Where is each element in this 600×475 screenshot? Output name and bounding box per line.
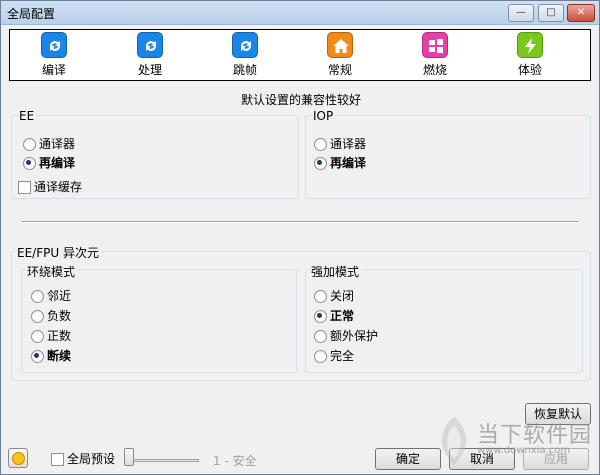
sync-icon bbox=[137, 32, 163, 58]
fpu-group-label: EE/FPU 异次元 bbox=[15, 244, 101, 261]
clamping-radio-extra[interactable]: 额外保护 bbox=[314, 328, 378, 344]
category-toolbar: 编译 处理 跳帧 常规 燃烧 体验 bbox=[9, 29, 591, 81]
tool-label: 体验 bbox=[517, 63, 542, 77]
tool-process[interactable]: 处理 bbox=[120, 32, 180, 78]
tool-general[interactable]: 常规 bbox=[310, 32, 370, 78]
cancel-button[interactable]: 取消 bbox=[449, 448, 515, 470]
restore-defaults-button[interactable]: 恢复默认 bbox=[525, 403, 591, 425]
rounding-radio-positive[interactable]: 正数 bbox=[31, 328, 71, 344]
iop-radio-interpreter[interactable]: 通译器 bbox=[314, 136, 366, 152]
tool-label: 处理 bbox=[137, 63, 162, 77]
lightning-icon bbox=[517, 32, 543, 58]
iop-radio-recompiler[interactable]: 再编译 bbox=[314, 155, 366, 171]
iop-group-label: IOP bbox=[311, 109, 336, 123]
clamping-radio-normal[interactable]: 正常 bbox=[314, 308, 354, 324]
rounding-group-label: 环绕模式 bbox=[25, 263, 78, 280]
preset-slider-thumb[interactable] bbox=[124, 448, 134, 466]
tool-label: 跳帧 bbox=[232, 63, 257, 77]
preset-level-label: 1 - 安全 bbox=[213, 454, 257, 468]
clamping-group-label: 强加模式 bbox=[309, 263, 362, 280]
sync-icon bbox=[232, 32, 258, 58]
preset-slider-track bbox=[129, 459, 199, 462]
ee-radio-interpreter[interactable]: 通译器 bbox=[23, 136, 75, 152]
tool-burn[interactable]: 燃烧 bbox=[405, 32, 465, 78]
tool-label: 常规 bbox=[327, 63, 352, 77]
ok-button[interactable]: 确定 bbox=[375, 448, 441, 470]
windows-logo-icon bbox=[422, 32, 448, 58]
smiley-button[interactable] bbox=[8, 448, 28, 468]
smiley-icon bbox=[12, 452, 25, 465]
tool-frameskip[interactable]: 跳帧 bbox=[215, 32, 275, 78]
home-icon bbox=[327, 32, 353, 58]
maximize-button[interactable]: □ bbox=[538, 4, 564, 22]
ee-group-label: EE bbox=[17, 109, 37, 123]
title-bar: 全局配置 — □ ✕ bbox=[1, 1, 599, 25]
window-title: 全局配置 bbox=[7, 7, 56, 21]
apply-button[interactable]: 应用 bbox=[523, 448, 589, 470]
tool-label: 编译 bbox=[41, 63, 66, 77]
rounding-radio-chop[interactable]: 断续 bbox=[31, 348, 71, 364]
settings-hint: 默认设置的兼容性较好 bbox=[240, 93, 361, 107]
close-button[interactable]: ✕ bbox=[567, 4, 595, 22]
rounding-radio-nearest[interactable]: 邻近 bbox=[31, 288, 71, 304]
section-divider bbox=[21, 221, 579, 223]
global-preset-checkbox[interactable]: 全局预设 bbox=[51, 451, 115, 467]
sync-icon bbox=[41, 32, 67, 58]
clamping-radio-off[interactable]: 关闭 bbox=[314, 288, 354, 304]
minimize-button[interactable]: — bbox=[508, 4, 534, 22]
clamping-radio-full[interactable]: 完全 bbox=[314, 348, 354, 364]
config-window: 全局配置 — □ ✕ 编译 处理 跳帧 常规 燃烧 体验 默认设置的兼容性较好 … bbox=[0, 0, 600, 475]
interpreter-cache-checkbox[interactable]: 通译缓存 bbox=[18, 179, 82, 195]
tool-label: 燃烧 bbox=[422, 63, 447, 77]
tool-compile[interactable]: 编译 bbox=[24, 32, 84, 78]
rounding-radio-negative[interactable]: 负数 bbox=[31, 308, 71, 324]
ee-radio-recompiler[interactable]: 再编译 bbox=[23, 155, 75, 171]
tool-experience[interactable]: 体验 bbox=[500, 32, 560, 78]
